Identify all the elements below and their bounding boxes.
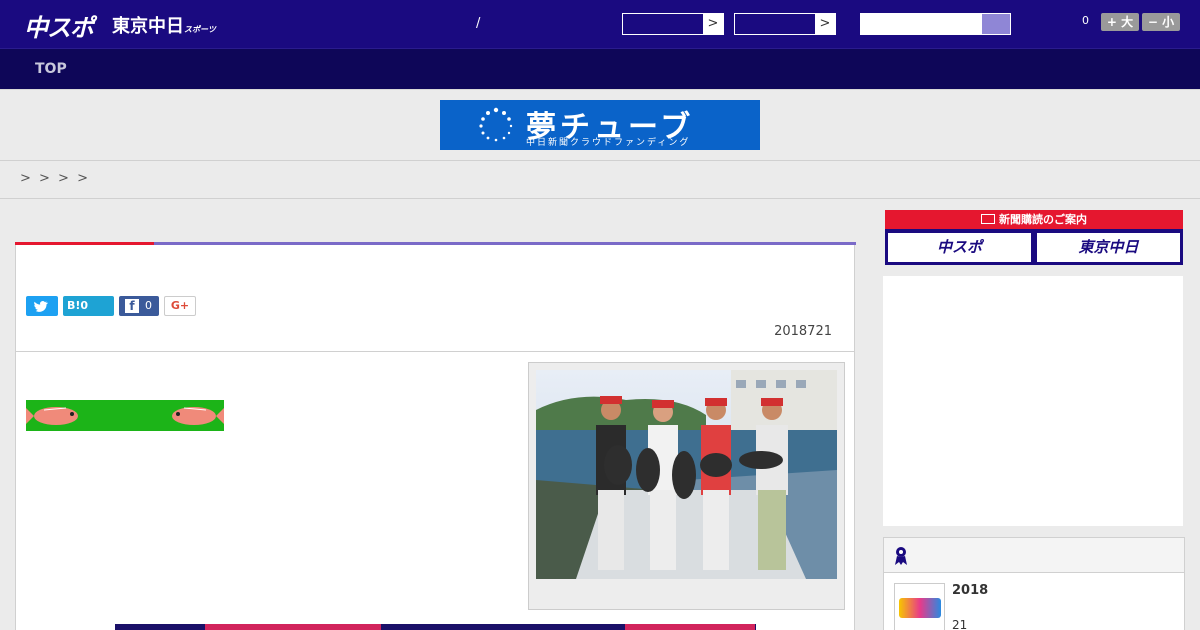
- tokyo-logo-text: 東京中日: [112, 16, 184, 37]
- banner-row: 夢チューブ 中日新聞クラウドファンディング: [0, 89, 1200, 161]
- red-snapper-icon: [26, 407, 224, 425]
- breadcrumb-row: > > > >: [0, 161, 1200, 199]
- subscribe-tokyo-chunichi-button[interactable]: 東京中日: [1037, 233, 1180, 262]
- category-select-2[interactable]: >: [734, 13, 836, 35]
- newspaper-subscription-box: 新聞購読のご案内 中スポ 東京中日: [885, 210, 1183, 265]
- font-size-smaller-button[interactable]: − 小: [1142, 13, 1180, 31]
- sports-thumbnail-graphic: [899, 598, 941, 618]
- ranking-item-day: 21: [952, 618, 968, 630]
- ranking-header: [884, 538, 1184, 573]
- yume-tube-banner[interactable]: 夢チューブ 中日新聞クラウドファンディング: [440, 100, 760, 150]
- subscribe-chuspo-button[interactable]: 中スポ: [888, 233, 1031, 262]
- article-photo[interactable]: [536, 370, 837, 579]
- banner-subtitle: 中日新聞クラウドファンディング: [526, 138, 691, 148]
- newspaper-subscription-heading: 新聞購読のご案内: [885, 210, 1183, 229]
- nav-item-top[interactable]: TOP: [35, 61, 67, 77]
- chevron-right-icon: >: [703, 14, 723, 34]
- chuspo-logo[interactable]: 中スポ: [24, 8, 94, 43]
- category-select-1[interactable]: >: [622, 13, 724, 35]
- header-separator: /: [476, 16, 481, 31]
- breadcrumb[interactable]: > > > >: [20, 171, 88, 186]
- ribbon-award-icon: [895, 547, 907, 565]
- anglers-with-catch-image: [536, 370, 837, 579]
- twitter-bird-icon: [34, 301, 48, 312]
- bottom-ad-red-strip-right: [625, 624, 755, 630]
- font-size-larger-button[interactable]: + 大: [1101, 13, 1139, 31]
- notification-count: 0: [1082, 14, 1089, 27]
- dots-logo-icon: [479, 107, 513, 142]
- newspaper-icon: [981, 214, 995, 224]
- facebook-icon: f: [125, 299, 139, 313]
- article-divider: [16, 351, 854, 352]
- facebook-share-count: 0: [145, 299, 152, 312]
- publish-date: 2018721: [774, 324, 832, 339]
- hatena-bookmark-button[interactable]: B!0: [63, 296, 114, 316]
- bottom-ad-red-strip: [205, 624, 381, 630]
- googleplus-share-button[interactable]: G+: [164, 296, 196, 316]
- site-header: 中スポ 東京中日スポーツ / > > 0 + 大 − 小: [0, 0, 1200, 48]
- article-card: B!0 f0 G+ 2018721: [15, 242, 856, 630]
- article-accent-purple: [154, 242, 856, 245]
- bottom-ad-banner[interactable]: [115, 624, 756, 630]
- article-photo-frame: [528, 362, 845, 610]
- search-input[interactable]: [860, 13, 1011, 35]
- search-button[interactable]: [982, 14, 1010, 34]
- newspaper-heading-text: 新聞購読のご案内: [999, 213, 1087, 226]
- chevron-right-icon: >: [815, 14, 835, 34]
- article-accent-red: [15, 242, 154, 245]
- main-nav: TOP: [0, 48, 1200, 89]
- tokyo-logo-sub: スポーツ: [184, 25, 216, 34]
- ranking-thumbnail[interactable]: [894, 583, 945, 630]
- ranking-box: 2018 21: [883, 537, 1185, 630]
- fishing-heading-bar: [26, 400, 224, 431]
- tokyo-chunichi-logo[interactable]: 東京中日スポーツ: [112, 12, 216, 38]
- sidebar-ad-slot[interactable]: [883, 276, 1183, 526]
- twitter-share-button[interactable]: [26, 296, 58, 316]
- facebook-share-button[interactable]: f0: [119, 296, 159, 316]
- ranking-item-year[interactable]: 2018: [952, 583, 988, 598]
